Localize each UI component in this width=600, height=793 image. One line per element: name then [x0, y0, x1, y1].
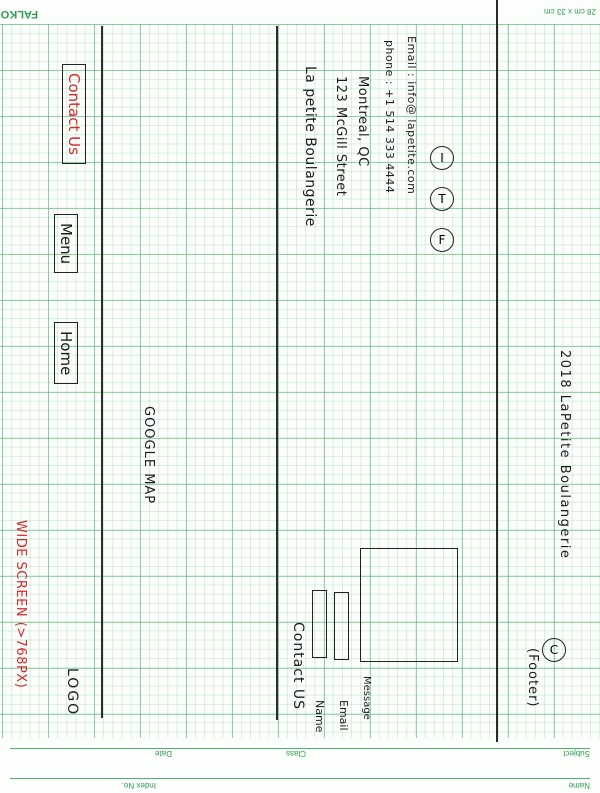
footer-label: (Footer): [525, 648, 540, 708]
label-name: Name: [568, 781, 590, 790]
contact-email-label: Email: [337, 700, 350, 731]
label-subject: Subject: [563, 749, 590, 758]
footer-copyright-text: 2018 LaPetite Boulangerie: [557, 350, 572, 560]
nav-menu-button[interactable]: Menu: [54, 214, 78, 274]
paper-size-note: 28 cm x 33 cm: [543, 7, 596, 16]
contact-form-title: Contact US: [290, 622, 306, 711]
address-phone: phone : +1 514 333 4444: [383, 40, 396, 194]
paper-brand: FALKON: [0, 8, 38, 20]
screen-size-note: WIDE SCREEN (>768PX): [13, 520, 28, 689]
address-business-name: La petite Boulangerie: [302, 66, 318, 227]
copyright-icon: C: [542, 638, 566, 662]
address-email: Email : info@ lapetite.com: [405, 36, 418, 195]
top-margin: [0, 0, 600, 24]
form-line-bottom: [10, 778, 590, 779]
address-street: 123 McGill Street: [333, 76, 348, 197]
address-city: Montreal, QC: [355, 76, 370, 167]
bottom-margin: [0, 738, 600, 793]
graph-paper-sheet: FALKON 28 cm x 33 cm Date Class Subject …: [0, 0, 600, 793]
label-index-no: Index No.: [121, 781, 156, 790]
nav-home-button[interactable]: Home: [54, 322, 78, 385]
footer-divider-line: [496, 0, 498, 742]
instagram-icon[interactable]: I: [430, 146, 454, 170]
nav-contact-button[interactable]: Contact Us: [62, 64, 86, 164]
contact-email-input[interactable]: [334, 592, 349, 660]
logo-placeholder: LOGO: [64, 668, 80, 717]
map-divider-line: [276, 26, 278, 720]
facebook-icon[interactable]: F: [430, 228, 454, 252]
label-class: Class: [285, 749, 306, 758]
header-divider-line: [101, 26, 103, 718]
twitter-icon[interactable]: T: [430, 187, 454, 211]
contact-message-input[interactable]: [360, 548, 458, 662]
contact-name-input[interactable]: [312, 590, 327, 658]
label-date: Date: [155, 749, 172, 758]
contact-message-label: Message: [361, 676, 372, 720]
contact-name-label: Name: [313, 700, 326, 733]
google-map-placeholder: GOOGLE MAP: [141, 406, 156, 505]
